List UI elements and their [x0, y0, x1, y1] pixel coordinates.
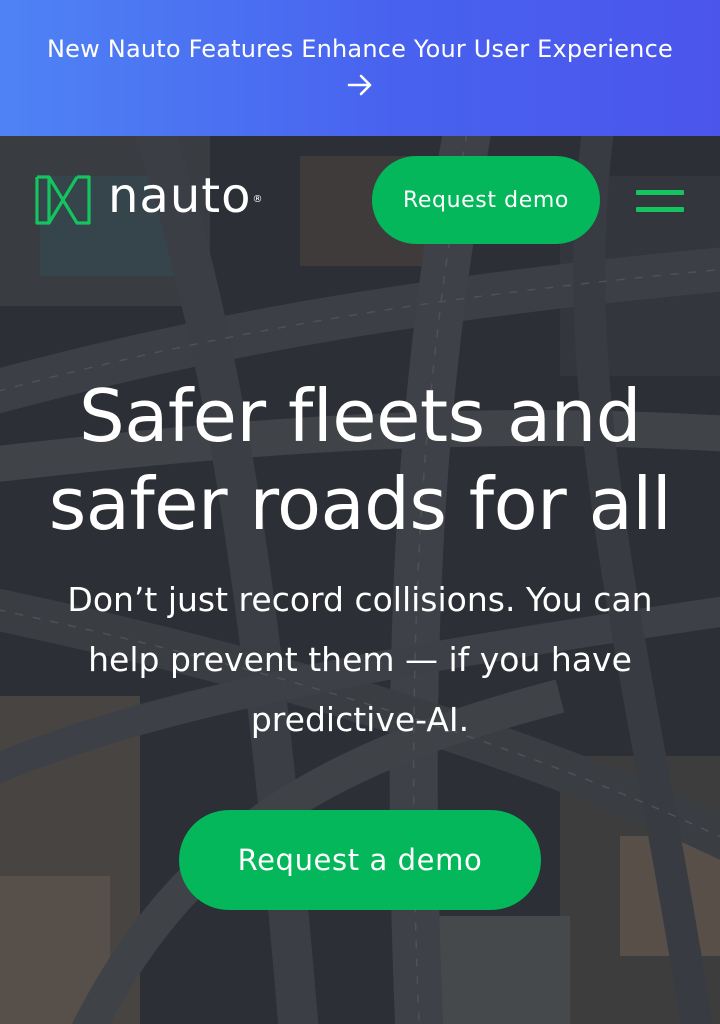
nauto-n-logo-icon: [35, 175, 91, 225]
logo-wordmark: nauto®: [108, 170, 263, 222]
announcement-banner[interactable]: New Nauto Features Enhance Your User Exp…: [0, 0, 720, 136]
arrow-right-icon: [347, 74, 372, 96]
nauto-logo[interactable]: nauto®: [34, 170, 263, 226]
logo-text: nauto: [108, 168, 252, 224]
hero-section: nauto® Request demo Safer fleets and saf…: [0, 136, 720, 1024]
hamburger-menu-icon[interactable]: [634, 184, 686, 218]
request-demo-button[interactable]: Request demo: [372, 156, 600, 244]
registered-mark: ®: [252, 194, 264, 205]
hero-subtitle: Don’t just record collisions. You can he…: [67, 580, 653, 739]
request-a-demo-button[interactable]: Request a demo: [179, 810, 541, 910]
page: New Nauto Features Enhance Your User Exp…: [0, 0, 720, 1024]
menu-bar-top: [636, 190, 684, 195]
hero-title: Safer fleets and safer roads for all: [48, 374, 672, 546]
announcement-text: New Nauto Features Enhance Your User Exp…: [47, 35, 673, 63]
menu-bar-bottom: [636, 207, 684, 212]
